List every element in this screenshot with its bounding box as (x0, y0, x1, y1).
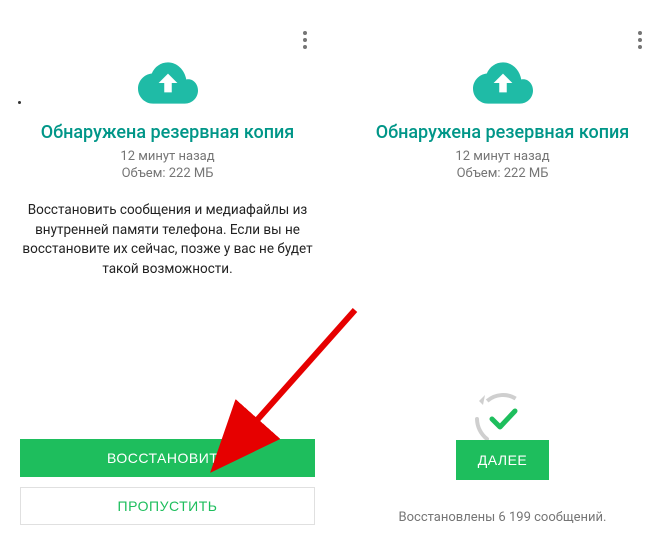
backup-size: Объем: 222 МБ (122, 166, 214, 181)
backup-time: 12 минут назад (455, 149, 549, 164)
next-button[interactable]: ДАЛЕЕ (456, 440, 550, 480)
more-menu-button[interactable] (295, 30, 315, 50)
backup-size: Объем: 222 МБ (457, 166, 549, 181)
restore-complete-screen: Обнаружена резервная копия 12 минут наза… (335, 0, 670, 545)
backup-found-screen: Обнаружена резервная копия 12 минут наза… (0, 0, 335, 545)
backup-title: Обнаружена резервная копия (41, 122, 295, 143)
restore-status: Восстановлены 6 199 сообщений. (399, 510, 607, 525)
backup-time: 12 минут назад (120, 149, 214, 164)
backup-description: Восстановить сообщения и медиафайлы из в… (20, 201, 315, 279)
restore-button[interactable]: ВОССТАНОВИТЬ (20, 439, 315, 477)
actions-area: ВОССТАНОВИТЬ ПРОПУСТИТЬ (20, 439, 315, 525)
success-checkmark-icon (475, 391, 531, 447)
backup-title: Обнаружена резервная копия (376, 122, 630, 143)
cloud-upload-icon (473, 62, 533, 104)
more-menu-button[interactable] (630, 30, 650, 50)
cloud-upload-icon (138, 62, 198, 104)
actions-area: ДАЛЕЕ Восстановлены 6 199 сообщений. (355, 440, 650, 525)
skip-button[interactable]: ПРОПУСТИТЬ (20, 487, 315, 525)
